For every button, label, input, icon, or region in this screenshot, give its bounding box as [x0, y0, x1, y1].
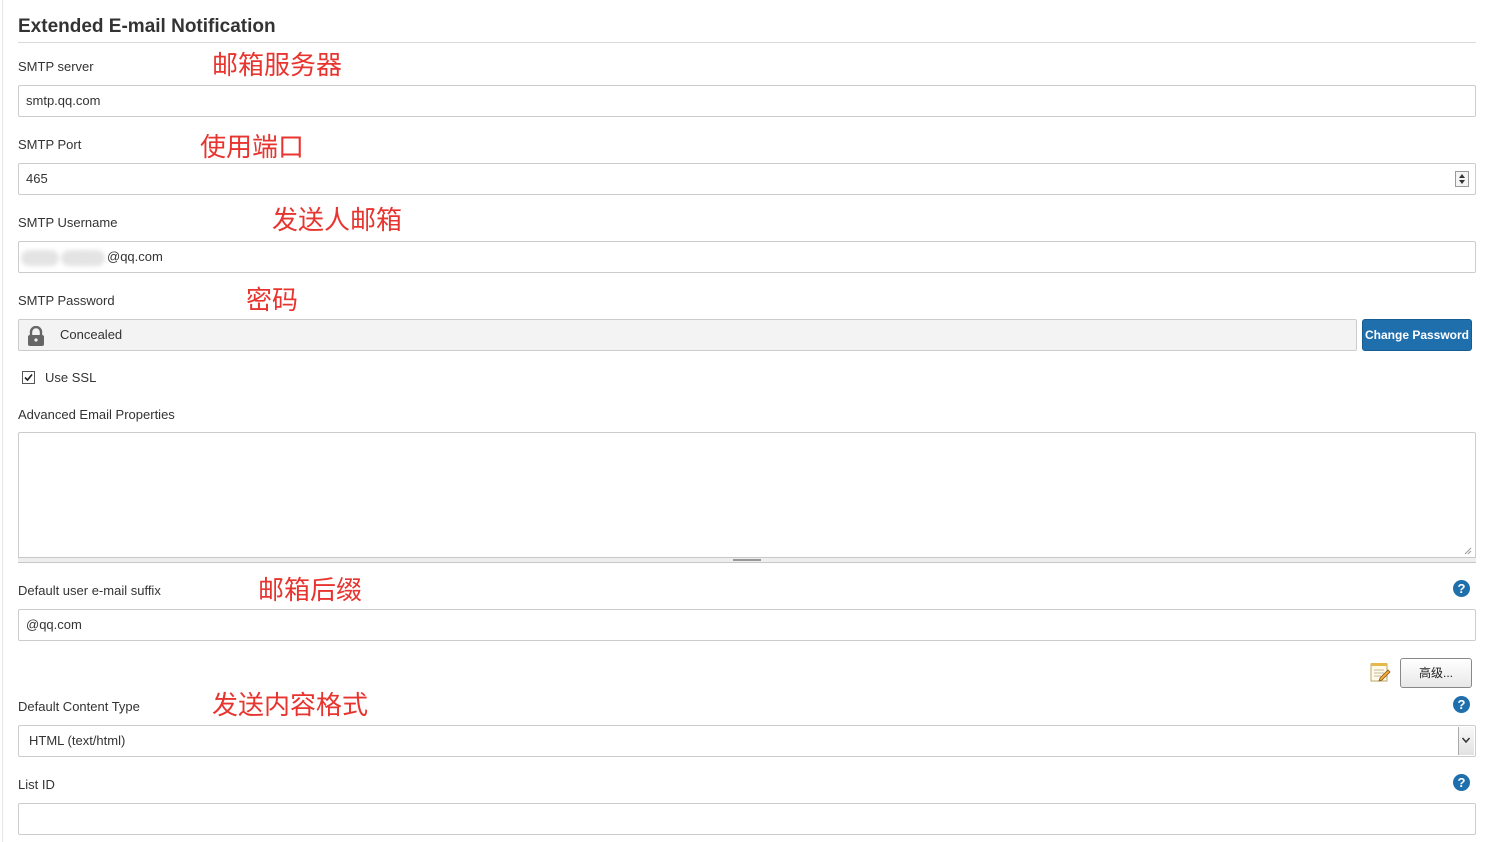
redacted-username-part — [61, 250, 105, 266]
smtp-server-input[interactable]: smtp.qq.com — [18, 85, 1476, 117]
default-suffix-input[interactable]: @qq.com — [18, 609, 1476, 641]
default-content-type-value: HTML (text/html) — [29, 733, 126, 748]
smtp-port-value: 465 — [26, 171, 48, 186]
resize-grip-icon[interactable] — [1463, 546, 1472, 555]
chevron-down-icon[interactable] — [1458, 727, 1474, 755]
smtp-server-annotation: 邮箱服务器 — [212, 51, 343, 81]
advanced-email-properties-textarea[interactable] — [18, 432, 1476, 559]
drag-handle-icon[interactable] — [733, 559, 761, 561]
help-icon[interactable]: ? — [1453, 580, 1470, 597]
lock-icon — [28, 326, 44, 346]
smtp-port-input[interactable]: 465 — [18, 163, 1476, 195]
smtp-username-annotation: 发送人邮箱 — [272, 206, 403, 236]
section-divider — [18, 42, 1476, 43]
check-icon — [24, 373, 33, 382]
redacted-username-part — [21, 250, 59, 266]
advanced-email-properties-label: Advanced Email Properties — [18, 407, 175, 422]
smtp-password-field: Concealed — [18, 319, 1357, 351]
help-icon[interactable]: ? — [1453, 696, 1470, 713]
change-password-button[interactable]: Change Password — [1362, 319, 1472, 351]
use-ssl-label[interactable]: Use SSL — [45, 370, 96, 385]
smtp-port-label: SMTP Port — [18, 137, 82, 152]
notepad-icon[interactable] — [1369, 661, 1391, 683]
smtp-username-suffix: @qq.com — [107, 249, 163, 264]
textarea-resize-bar[interactable] — [18, 557, 1476, 563]
list-id-label: List ID — [18, 777, 55, 792]
help-icon[interactable]: ? — [1453, 774, 1470, 791]
default-content-type-annotation: 发送内容格式 — [212, 691, 369, 721]
default-content-type-select[interactable]: HTML (text/html) — [18, 725, 1476, 757]
smtp-username-label: SMTP Username — [18, 215, 118, 230]
spinner-down-icon[interactable] — [1459, 180, 1465, 184]
password-status: Concealed — [60, 327, 123, 342]
page-left-border — [2, 0, 3, 842]
smtp-username-input[interactable]: @qq.com — [18, 241, 1476, 273]
default-suffix-label: Default user e-mail suffix — [18, 583, 161, 598]
smtp-port-annotation: 使用端口 — [200, 133, 305, 163]
default-content-type-label: Default Content Type — [18, 699, 140, 714]
spinner-up-icon[interactable] — [1459, 174, 1465, 178]
section-title: Extended E-mail Notification — [18, 16, 276, 37]
smtp-server-label: SMTP server — [18, 59, 94, 74]
list-id-input[interactable] — [18, 803, 1476, 835]
use-ssl-checkbox[interactable] — [22, 371, 35, 384]
port-spinner[interactable] — [1455, 171, 1469, 187]
default-suffix-annotation: 邮箱后缀 — [258, 576, 363, 606]
advanced-button[interactable]: 高级... — [1400, 658, 1472, 688]
smtp-password-annotation: 密码 — [246, 286, 299, 316]
smtp-password-label: SMTP Password — [18, 293, 115, 308]
